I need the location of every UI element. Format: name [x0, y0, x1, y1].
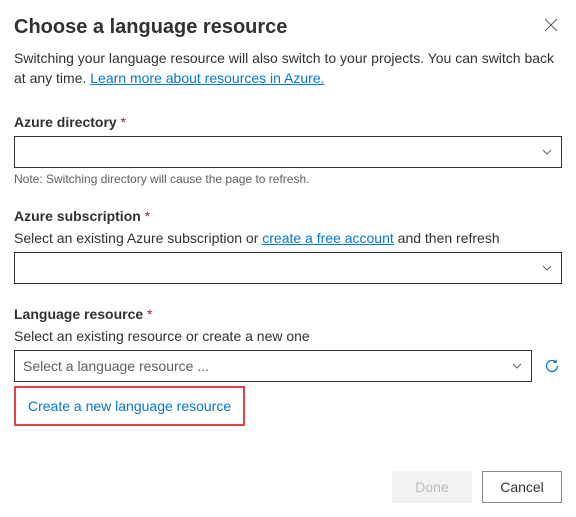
- language-resource-label: Language resource *: [14, 306, 562, 322]
- helper-text-after: and then refresh: [394, 230, 500, 246]
- required-mark: *: [145, 208, 150, 224]
- helper-text-before: Select an existing Azure subscription or: [14, 230, 262, 246]
- learn-more-link[interactable]: Learn more about resources in Azure.: [90, 70, 324, 86]
- azure-subscription-label: Azure subscription *: [14, 208, 562, 224]
- azure-directory-label-text: Azure directory: [14, 114, 117, 130]
- field-azure-subscription: Azure subscription * Select an existing …: [14, 208, 562, 284]
- azure-subscription-select[interactable]: [14, 252, 562, 284]
- field-azure-directory: Azure directory * Note: Switching direct…: [14, 114, 562, 186]
- refresh-icon[interactable]: [542, 356, 562, 376]
- required-mark: *: [147, 306, 152, 322]
- chevron-down-icon: [541, 262, 553, 274]
- chevron-down-icon: [541, 146, 553, 158]
- dialog-description: Switching your language resource will al…: [14, 49, 562, 88]
- chevron-down-icon: [511, 360, 523, 372]
- language-resource-placeholder: Select a language resource ...: [23, 358, 209, 374]
- required-mark: *: [121, 114, 126, 130]
- dialog-title: Choose a language resource: [14, 16, 287, 39]
- azure-directory-note: Note: Switching directory will cause the…: [14, 172, 562, 186]
- azure-directory-label: Azure directory *: [14, 114, 562, 130]
- language-resource-helper: Select an existing resource or create a …: [14, 328, 562, 344]
- field-language-resource: Language resource * Select an existing r…: [14, 306, 562, 426]
- create-free-account-link[interactable]: create a free account: [262, 230, 394, 246]
- create-resource-highlight: Create a new language resource: [14, 386, 245, 426]
- language-resource-label-text: Language resource: [14, 306, 143, 322]
- close-icon[interactable]: [540, 16, 562, 38]
- azure-subscription-label-text: Azure subscription: [14, 208, 141, 224]
- azure-directory-select[interactable]: [14, 136, 562, 168]
- dialog-footer: Done Cancel: [392, 471, 562, 503]
- azure-subscription-helper: Select an existing Azure subscription or…: [14, 230, 562, 246]
- create-new-language-resource-link[interactable]: Create a new language resource: [28, 398, 231, 414]
- done-button: Done: [392, 471, 472, 503]
- cancel-button[interactable]: Cancel: [482, 471, 562, 503]
- language-resource-select[interactable]: Select a language resource ...: [14, 350, 532, 382]
